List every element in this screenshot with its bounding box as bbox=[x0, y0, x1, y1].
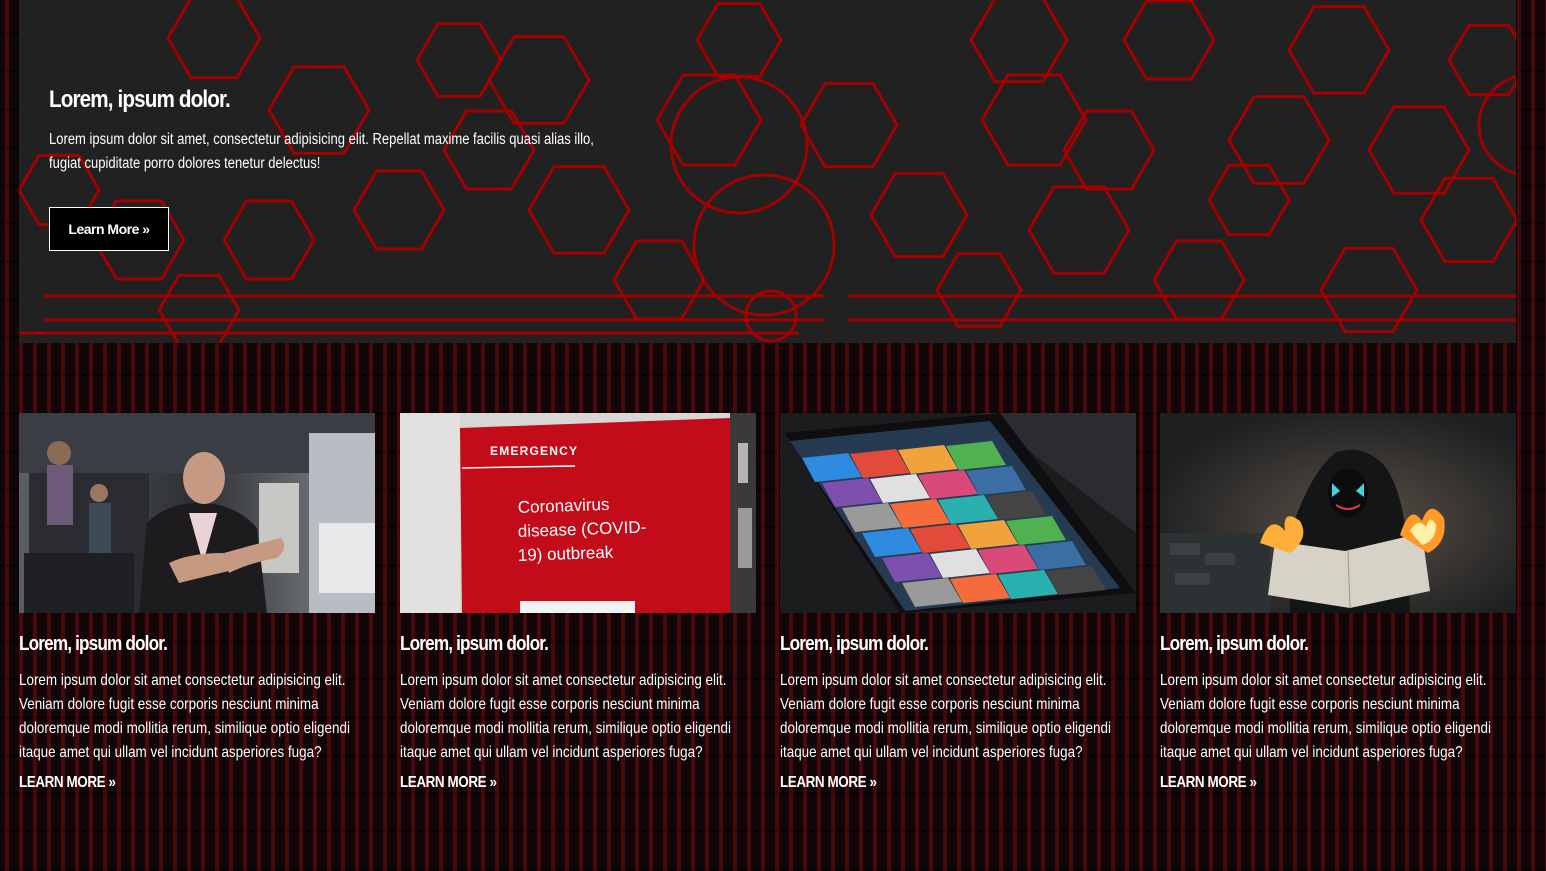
hexagon-shape bbox=[969, 0, 1069, 84]
card-text: Lorem ipsum dolor sit amet consectetur a… bbox=[780, 672, 1111, 761]
card-title: Lorem, ipsum dolor. bbox=[400, 633, 549, 655]
hexagon-shape bbox=[222, 199, 316, 281]
hero-description: Lorem ipsum dolor sit amet, consectetur … bbox=[49, 131, 594, 172]
hexagon-shape bbox=[1152, 239, 1246, 321]
sign-header-text: EMERGENCY bbox=[490, 444, 578, 458]
svg-text:19) outbreak: 19) outbreak bbox=[517, 543, 614, 565]
hexagon-shape bbox=[527, 165, 631, 255]
hexagon-shape bbox=[1447, 23, 1516, 97]
card-learn-more-link[interactable]: LEARN MORE » bbox=[19, 774, 116, 792]
hexagon-shape bbox=[799, 81, 899, 169]
tablet-app-photo[interactable] bbox=[780, 413, 1136, 613]
hero-title: Lorem, ipsum dolor. bbox=[49, 86, 231, 113]
card-title: Lorem, ipsum dolor. bbox=[19, 633, 168, 655]
hexagon-shape bbox=[166, 0, 262, 80]
svg-text:Coronavirus: Coronavirus bbox=[517, 495, 609, 517]
card-title: Lorem, ipsum dolor. bbox=[1160, 633, 1309, 655]
card-text: Lorem ipsum dolor sit amet consectetur a… bbox=[19, 672, 350, 761]
hexagon-shape bbox=[1227, 95, 1331, 185]
learn-more-button[interactable]: Learn More » bbox=[49, 207, 169, 251]
news-card: Lorem, ipsum dolor. Lorem ipsum dolor si… bbox=[19, 413, 375, 792]
card-learn-more-link[interactable]: LEARN MORE » bbox=[1160, 774, 1257, 792]
hexagon-shape bbox=[1122, 0, 1216, 81]
hexagon-shape bbox=[1287, 5, 1391, 95]
hexagon-shape bbox=[612, 239, 706, 321]
news-card: EMERGENCY Coronavirus disease (COVID- 19… bbox=[400, 413, 756, 792]
hexagon-shape bbox=[1027, 185, 1131, 275]
card-learn-more-link[interactable]: LEARN MORE » bbox=[780, 774, 877, 792]
hexagon-shape bbox=[695, 2, 783, 78]
coronavirus-emergency-sign-photo[interactable]: EMERGENCY Coronavirus disease (COVID- 19… bbox=[400, 413, 756, 613]
hexagon-shape bbox=[869, 171, 969, 259]
hexagon-shape bbox=[935, 252, 1023, 328]
hexagon-shape bbox=[1367, 105, 1471, 195]
card-text: Lorem ipsum dolor sit amet consectetur a… bbox=[1160, 672, 1491, 761]
card-text: Lorem ipsum dolor sit amet consectetur a… bbox=[400, 672, 731, 761]
page: Lorem, ipsum dolor. Lorem ipsum dolor si… bbox=[0, 0, 1546, 871]
hexagon-shape bbox=[352, 169, 446, 251]
hexagon-shape bbox=[1062, 109, 1156, 191]
hooded-figure-burning-newspaper-photo[interactable] bbox=[1160, 413, 1516, 613]
card-learn-more-link[interactable]: LEARN MORE » bbox=[400, 774, 497, 792]
card-title: Lorem, ipsum dolor. bbox=[780, 633, 929, 655]
hero-banner: Lorem, ipsum dolor. Lorem ipsum dolor si… bbox=[19, 0, 1516, 343]
hexagon-shape bbox=[980, 73, 1088, 167]
hero-content: Lorem, ipsum dolor. Lorem ipsum dolor si… bbox=[49, 86, 629, 176]
hexagon-shape bbox=[1419, 176, 1516, 264]
news-card: Lorem, ipsum dolor. Lorem ipsum dolor si… bbox=[1160, 413, 1516, 792]
news-card: Lorem, ipsum dolor. Lorem ipsum dolor si… bbox=[780, 413, 1136, 792]
news-presenter-photo[interactable] bbox=[19, 413, 375, 613]
